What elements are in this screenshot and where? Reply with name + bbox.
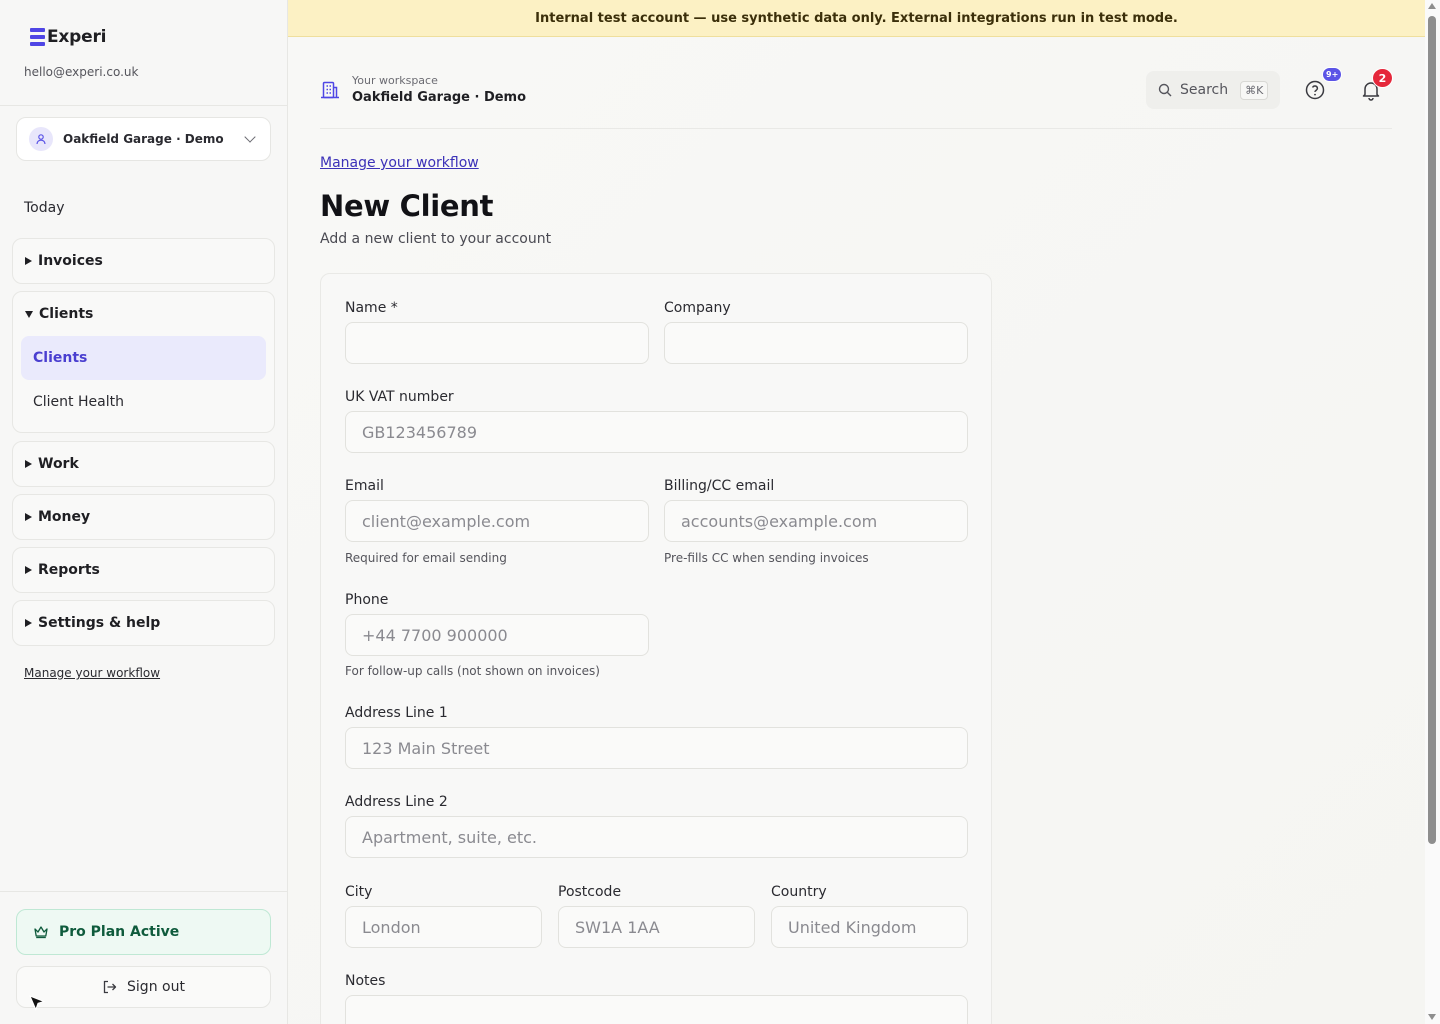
chevron-down-icon	[244, 131, 256, 143]
nav-toggle-settings[interactable]: Settings & help	[13, 601, 274, 645]
brand-logo[interactable]: Experi	[30, 27, 106, 47]
sign-out-button[interactable]: Sign out	[16, 966, 271, 1008]
pro-plan-badge[interactable]: Pro Plan Active	[16, 909, 271, 955]
sidebar-item-client-health[interactable]: Client Health	[21, 380, 266, 424]
brand-name: Experi	[47, 27, 107, 47]
pro-plan-label: Pro Plan Active	[59, 924, 180, 940]
billing-email-hint: Pre-fills CC when sending invoices	[664, 551, 869, 565]
workspace-title: Oakfield Garage · Demo	[352, 90, 527, 105]
vat-input[interactable]	[345, 411, 968, 453]
nav-group-label: Money	[38, 509, 91, 525]
nav-group-reports: Reports	[12, 547, 275, 593]
email-label: Email	[345, 478, 384, 494]
scroll-down-icon[interactable]	[1428, 1014, 1436, 1020]
billing-email-label: Billing/CC email	[664, 478, 775, 494]
caret-right-icon	[25, 513, 32, 521]
search-shortcut: ⌘K	[1240, 80, 1269, 100]
name-input[interactable]	[345, 322, 649, 364]
nav-toggle-money[interactable]: Money	[13, 495, 274, 539]
building-icon	[321, 81, 339, 99]
search-label: Search	[1180, 82, 1229, 98]
notifications-badge: 2	[1372, 68, 1393, 88]
nav-group-label: Reports	[38, 562, 100, 578]
address-line-1-label: Address Line 1	[345, 705, 448, 721]
experi-logo-icon	[30, 28, 45, 46]
scroll-up-icon[interactable]	[1428, 3, 1436, 9]
caret-right-icon	[25, 619, 32, 627]
postcode-input[interactable]	[558, 906, 755, 948]
user-icon	[29, 127, 53, 151]
sidebar-divider	[0, 105, 288, 106]
sidebar-divider	[0, 891, 288, 892]
caret-right-icon	[25, 566, 32, 574]
caret-right-icon	[25, 257, 32, 265]
page-title: New Client	[320, 189, 494, 223]
page-subtitle: Add a new client to your account	[320, 231, 552, 247]
breadcrumb-manage-workflow[interactable]: Manage your workflow	[320, 155, 479, 171]
nav-group-invoices: Invoices	[12, 238, 275, 284]
workspace-switcher-label: Oakfield Garage · Demo	[63, 132, 224, 146]
nav-group-money: Money	[12, 494, 275, 540]
nav-toggle-invoices[interactable]: Invoices	[13, 239, 274, 283]
notes-label: Notes	[345, 973, 386, 989]
sign-out-label: Sign out	[127, 979, 185, 995]
address-line-1-input[interactable]	[345, 727, 968, 769]
mouse-cursor-icon	[29, 995, 46, 1011]
search-button[interactable]: Search ⌘K	[1146, 71, 1280, 109]
account-email: hello@experi.co.uk	[24, 65, 139, 79]
postcode-label: Postcode	[558, 884, 622, 900]
nav-group-label: Invoices	[38, 253, 103, 269]
email-hint: Required for email sending	[345, 551, 507, 565]
notes-textarea[interactable]	[345, 995, 968, 1024]
caret-down-icon	[25, 310, 33, 318]
manage-workflow-link[interactable]: Manage your workflow	[24, 666, 160, 680]
nav-group-clients: Clients Clients Client Health	[12, 291, 275, 433]
nav-group-settings: Settings & help	[12, 600, 275, 646]
company-label: Company	[664, 300, 731, 316]
nav-group-label: Work	[38, 456, 79, 472]
help-icon[interactable]	[1304, 79, 1326, 101]
name-label: Name *	[345, 300, 398, 316]
main-content: Your workspace Oakfield Garage · Demo Se…	[288, 37, 1425, 1024]
test-account-banner: Internal test account — use synthetic da…	[288, 0, 1425, 37]
workspace-switcher[interactable]: Oakfield Garage · Demo	[16, 117, 271, 161]
phone-label: Phone	[345, 592, 389, 608]
page-scrollbar-thumb[interactable]	[1428, 16, 1436, 844]
city-label: City	[345, 884, 373, 900]
crown-icon	[34, 926, 48, 939]
vat-label: UK VAT number	[345, 389, 454, 405]
search-icon	[1158, 83, 1172, 97]
nav-group-work: Work	[12, 441, 275, 487]
nav-toggle-work[interactable]: Work	[13, 442, 274, 486]
city-input[interactable]	[345, 906, 542, 948]
workspace-caption: Your workspace	[352, 74, 438, 87]
address-line-2-label: Address Line 2	[345, 794, 448, 810]
nav-toggle-clients[interactable]: Clients	[13, 292, 274, 336]
new-client-form: Name * Company UK VAT number Email Requi…	[320, 273, 992, 1024]
country-input[interactable]	[771, 906, 968, 948]
sidebar: Experi hello@experi.co.uk Oakfield Garag…	[0, 0, 288, 1024]
sidebar-item-clients[interactable]: Clients	[21, 336, 266, 380]
sidebar-item-today[interactable]: Today	[24, 200, 65, 216]
company-input[interactable]	[664, 322, 968, 364]
caret-right-icon	[25, 460, 32, 468]
workspace-header: Your workspace Oakfield Garage · Demo Se…	[320, 37, 1393, 129]
nav-toggle-reports[interactable]: Reports	[13, 548, 274, 592]
billing-email-input[interactable]	[664, 500, 968, 542]
address-line-2-input[interactable]	[345, 816, 968, 858]
phone-input[interactable]	[345, 614, 649, 656]
phone-hint: For follow-up calls (not shown on invoic…	[345, 664, 600, 678]
sign-out-icon	[103, 980, 117, 994]
help-badge: 9+	[1322, 67, 1343, 82]
country-label: Country	[771, 884, 827, 900]
nav-group-label: Settings & help	[38, 615, 161, 631]
email-input[interactable]	[345, 500, 649, 542]
nav-group-label: Clients	[39, 306, 94, 322]
